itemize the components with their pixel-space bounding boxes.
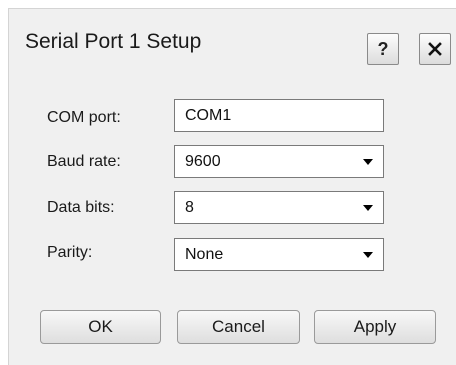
baud-rate-value: 9600	[185, 152, 221, 170]
com-port-value: COM1	[185, 106, 232, 124]
parity-label: Parity:	[47, 244, 93, 261]
data-bits-value: 8	[185, 198, 194, 216]
com-port-label: COM port:	[47, 109, 121, 126]
close-button[interactable]	[419, 33, 451, 65]
baud-rate-label: Baud rate:	[47, 153, 121, 170]
help-icon: ?	[377, 38, 389, 59]
cancel-button[interactable]: Cancel	[177, 310, 300, 344]
serial-port-setup-dialog: Serial Port 1 Setup ? COM port: COM1 Bau…	[8, 8, 456, 365]
chevron-down-icon	[363, 159, 373, 165]
data-bits-select[interactable]: 8	[174, 191, 384, 224]
com-port-input[interactable]: COM1	[174, 99, 384, 132]
apply-button[interactable]: Apply	[314, 310, 436, 344]
ok-button[interactable]: OK	[40, 310, 161, 344]
baud-rate-select[interactable]: 9600	[174, 145, 384, 178]
chevron-down-icon	[363, 252, 373, 258]
parity-select[interactable]: None	[174, 238, 384, 271]
dialog-title: Serial Port 1 Setup	[25, 30, 202, 53]
close-icon	[428, 42, 442, 56]
parity-value: None	[185, 245, 224, 263]
chevron-down-icon	[363, 205, 373, 211]
data-bits-label: Data bits:	[47, 199, 115, 216]
help-button[interactable]: ?	[367, 33, 399, 65]
